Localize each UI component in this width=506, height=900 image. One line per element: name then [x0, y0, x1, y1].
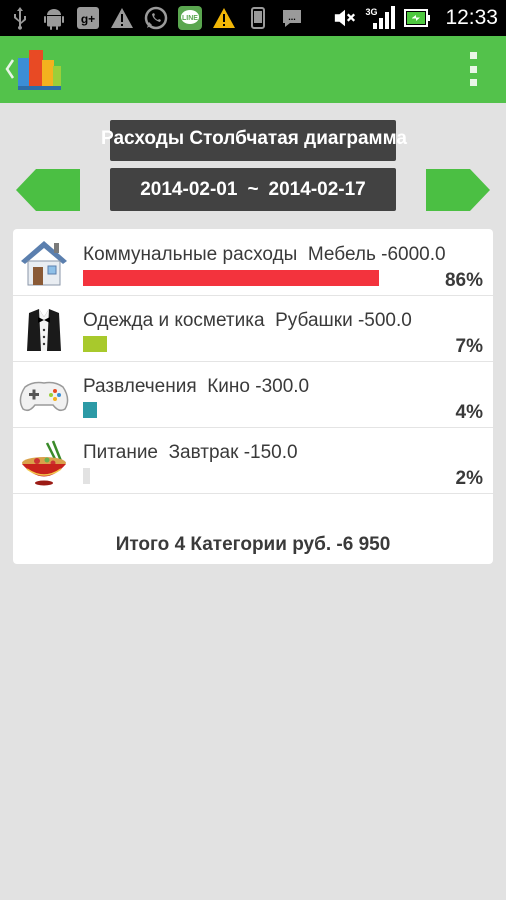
date-range-button[interactable]: 2014-02-01 ~ 2014-02-17	[110, 168, 396, 211]
back-chevron-icon[interactable]	[4, 58, 16, 80]
whatsapp-icon	[144, 6, 168, 30]
phone-icon	[246, 6, 270, 30]
date-from: 2014-02-01	[140, 178, 238, 200]
next-period-button[interactable]	[426, 169, 490, 211]
warning-yellow-icon	[212, 6, 236, 30]
network-type-label: 3G	[365, 7, 378, 17]
row-bar	[83, 270, 379, 286]
page-title: Расходы Столбчатая диаграмма	[101, 128, 407, 149]
status-bar: g+ LINE ... 3G 12:33	[0, 0, 506, 36]
usb-icon	[8, 6, 32, 30]
row-label: Одежда и косметика Рубашки -500.0	[83, 310, 412, 331]
row-bar	[83, 402, 97, 418]
google-plus-icon: g+	[76, 6, 100, 30]
battery-icon	[403, 6, 431, 30]
mute-icon	[333, 6, 357, 30]
clock: 12:33	[445, 6, 498, 29]
tuxedo-icon	[17, 303, 71, 357]
row-percent: 7%	[455, 336, 483, 357]
row-label: Питание Завтрак -150.0	[83, 442, 298, 463]
row-percent: 86%	[444, 270, 483, 291]
chart-row[interactable]: Одежда и косметика Рубашки -500.0 7%	[13, 295, 493, 362]
chart-row[interactable]: Развлечения Кино -300.0 4%	[13, 361, 493, 428]
app-logo-icon[interactable]	[16, 46, 62, 94]
android-icon	[42, 6, 66, 30]
svg-text:g+: g+	[81, 12, 95, 26]
row-bar	[83, 468, 90, 484]
row-label: Развлечения Кино -300.0	[83, 376, 310, 397]
action-bar	[0, 36, 506, 103]
chart-row[interactable]: Питание Завтрак -150.0 2%	[13, 427, 493, 494]
food-bowl-icon	[17, 435, 71, 489]
overflow-menu-icon[interactable]	[470, 52, 478, 86]
expense-chart-card: Коммунальные расходы Мебель -6000.0 86% …	[13, 229, 493, 564]
row-percent: 2%	[455, 468, 483, 489]
house-icon	[17, 237, 71, 291]
svg-text:...: ...	[288, 12, 296, 22]
row-bar	[83, 336, 107, 352]
date-to: 2014-02-17	[268, 178, 366, 200]
row-label: Коммунальные расходы Мебель -6000.0	[83, 244, 446, 265]
chat-icon: ...	[280, 6, 304, 30]
svg-text:LINE: LINE	[182, 15, 198, 22]
row-percent: 4%	[455, 402, 483, 423]
previous-period-button[interactable]	[16, 169, 80, 211]
signal-icon: 3G	[365, 6, 396, 30]
line-icon: LINE	[178, 6, 202, 30]
warning-icon	[110, 6, 134, 30]
total-summary: Итого 4 Категории руб. -6 950	[115, 534, 391, 555]
gamepad-icon	[17, 369, 71, 423]
chart-row[interactable]: Коммунальные расходы Мебель -6000.0 86%	[13, 229, 493, 296]
date-separator: ~	[247, 178, 259, 200]
